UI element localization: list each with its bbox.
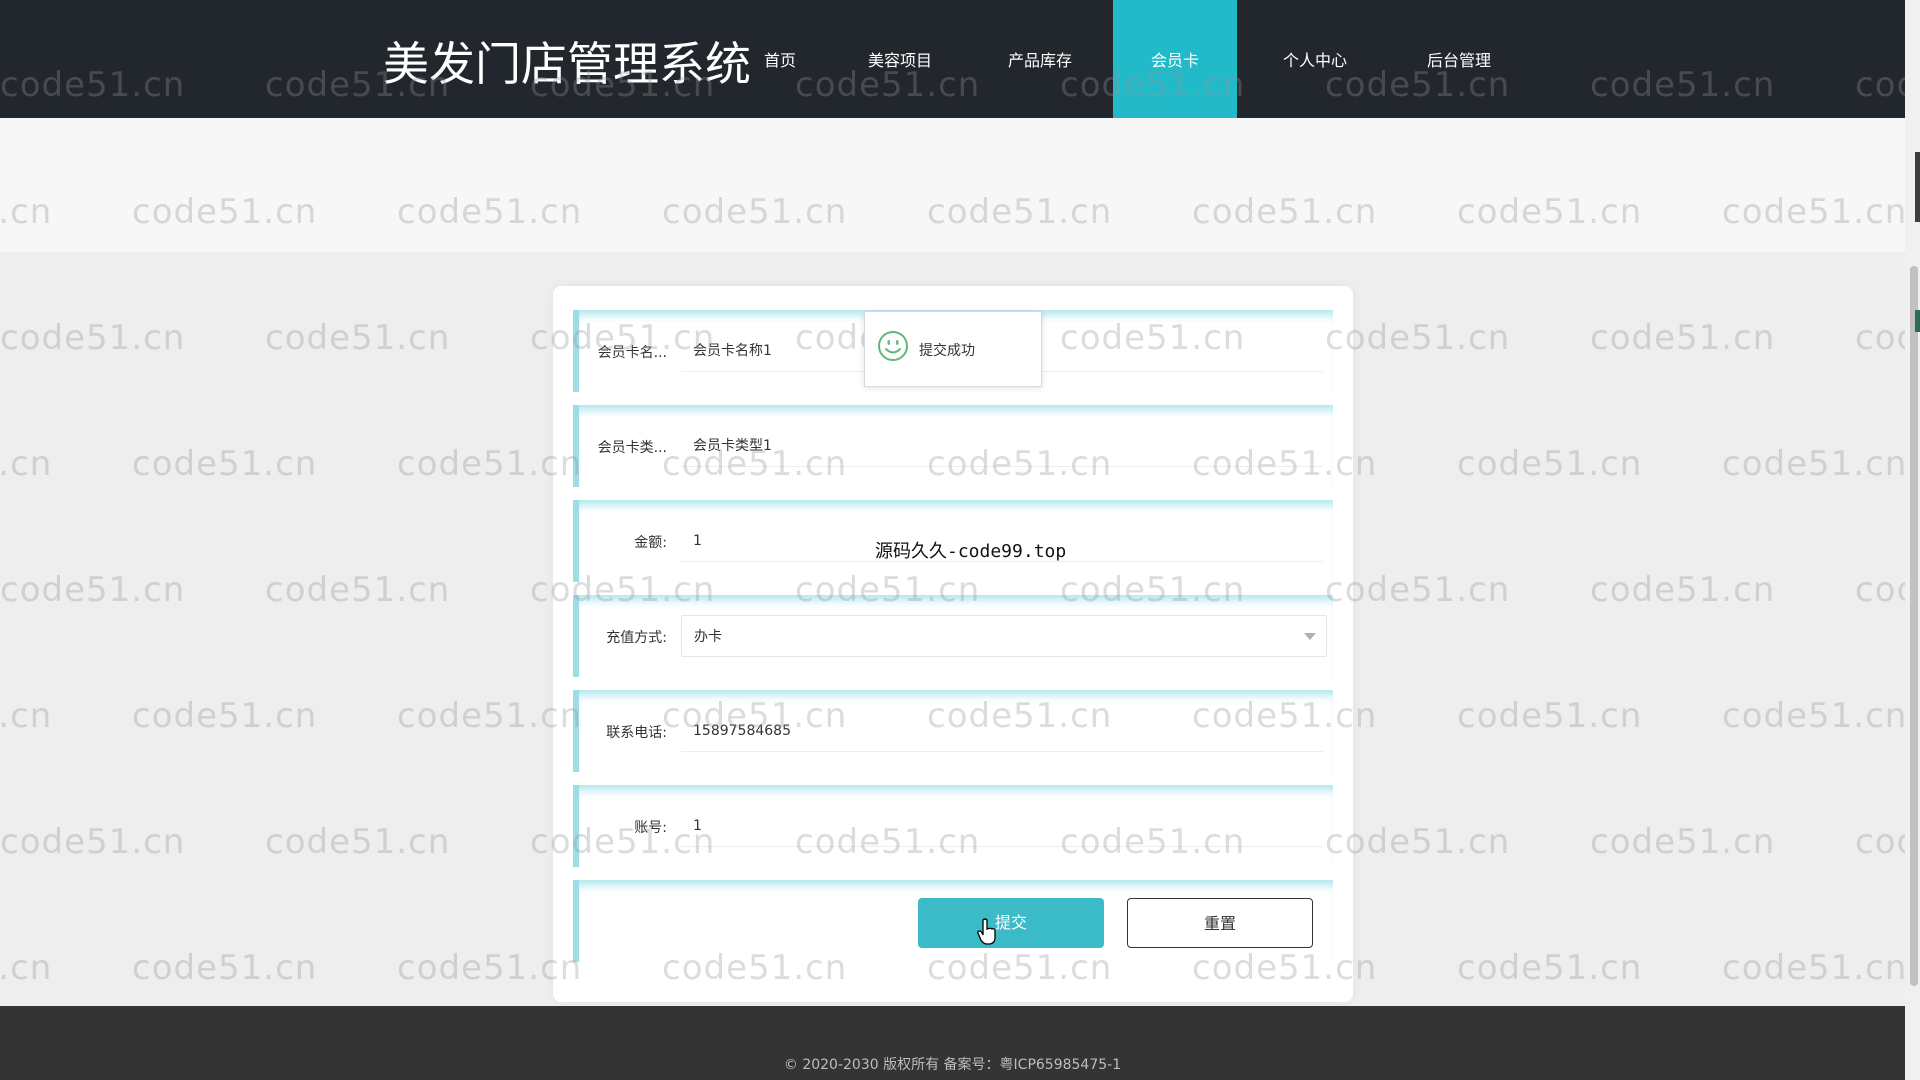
scrollbar-marker: [1915, 152, 1920, 222]
watermark-text: code51.cn: [0, 570, 186, 610]
member-card-form: 会员卡名... 会员卡名称1 会员卡类... 会员卡类型1 金额: 1 充值方式…: [553, 286, 1353, 1002]
amount-label: 金额:: [634, 535, 667, 551]
phone-input[interactable]: 15897584685: [681, 710, 1323, 752]
card-type-label: 会员卡类...: [597, 440, 667, 456]
watermark-text: code51.cn: [1722, 948, 1905, 988]
nav-item-product-stock[interactable]: 产品库存: [975, 0, 1105, 118]
watermark-text: code51.cn: [0, 444, 53, 484]
watermark-text: code51.cn: [0, 948, 53, 988]
form-row-account: 账号: 1: [573, 785, 1333, 867]
recharge-method-select[interactable]: 办卡: [681, 615, 1327, 657]
toast-message: 提交成功: [919, 343, 975, 359]
watermark-text: code51.cn: [132, 948, 318, 988]
nav-item-personal-center[interactable]: 个人中心: [1241, 0, 1389, 118]
watermark-text: code51.cn: [1855, 570, 1905, 610]
form-row-phone: 联系电话: 15897584685: [573, 690, 1333, 772]
scrollbar-marker: [1915, 310, 1920, 332]
watermark-text: code51.cn: [265, 570, 451, 610]
page-footer: © 2020-2030 版权所有 备案号：粤ICP65985475-1: [0, 1006, 1905, 1080]
watermark-text: code51.cn: [1457, 696, 1643, 736]
nav-item-home[interactable]: 首页: [735, 0, 825, 118]
caret-down-icon: [1304, 633, 1316, 640]
recharge-method-value: 办卡: [694, 629, 722, 645]
watermark-text: code51.cn: [0, 696, 53, 736]
watermark-text: code51.cn: [1590, 570, 1776, 610]
smile-icon: [878, 331, 908, 361]
watermark-text: code51.cn: [1722, 696, 1905, 736]
scrollbar-thumb[interactable]: [1910, 266, 1918, 986]
watermark-text: code51.cn: [1722, 444, 1905, 484]
nav-item-member-card[interactable]: 会员卡: [1113, 0, 1237, 118]
account-input[interactable]: 1: [681, 805, 1323, 847]
card-type-input[interactable]: 会员卡类型1: [681, 425, 1323, 467]
banner-area: [0, 118, 1905, 252]
watermark-text: code51.cn: [1457, 948, 1643, 988]
account-label: 账号:: [634, 820, 667, 836]
watermark-text: code51.cn: [0, 822, 186, 862]
watermark-text: code51.cn: [0, 318, 186, 358]
footer-copyright: © 2020-2030 版权所有 备案号：粤ICP65985475-1: [783, 1057, 1122, 1073]
watermark-text: code51.cn: [265, 822, 451, 862]
watermark-text: code51.cn: [132, 444, 318, 484]
watermark-text: code51.cn: [265, 318, 451, 358]
top-navbar: 美发门店管理系统 首页 美容项目 产品库存 会员卡 个人中心 后台管理: [0, 0, 1905, 118]
source-note-text: 源码久久-code99.top: [875, 541, 1067, 562]
form-row-card-type: 会员卡类... 会员卡类型1: [573, 405, 1333, 487]
recharge-method-label: 充值方式:: [606, 630, 667, 646]
watermark-text: code51.cn: [132, 696, 318, 736]
reset-button[interactable]: 重置: [1127, 898, 1313, 948]
hand-cursor-icon: [977, 918, 996, 945]
watermark-text: code51.cn: [1855, 822, 1905, 862]
watermark-text: code51.cn: [1590, 822, 1776, 862]
success-toast: 提交成功: [864, 311, 1042, 387]
submit-button[interactable]: 提交: [918, 898, 1104, 948]
nav-item-admin[interactable]: 后台管理: [1389, 0, 1529, 118]
watermark-text: code51.cn: [1457, 444, 1643, 484]
nav-item-beauty-projects[interactable]: 美容项目: [825, 0, 975, 118]
phone-label: 联系电话:: [606, 725, 667, 741]
card-name-label: 会员卡名...: [597, 345, 667, 361]
site-title: 美发门店管理系统: [383, 37, 751, 91]
watermark-text: code51.cn: [1855, 318, 1905, 358]
page-scrollbar[interactable]: [1905, 0, 1920, 1080]
watermark-text: code51.cn: [1590, 318, 1776, 358]
form-row-recharge-method: 充值方式: 办卡: [573, 595, 1333, 677]
main-nav: 首页 美容项目 产品库存 会员卡 个人中心 后台管理: [735, 0, 1529, 118]
